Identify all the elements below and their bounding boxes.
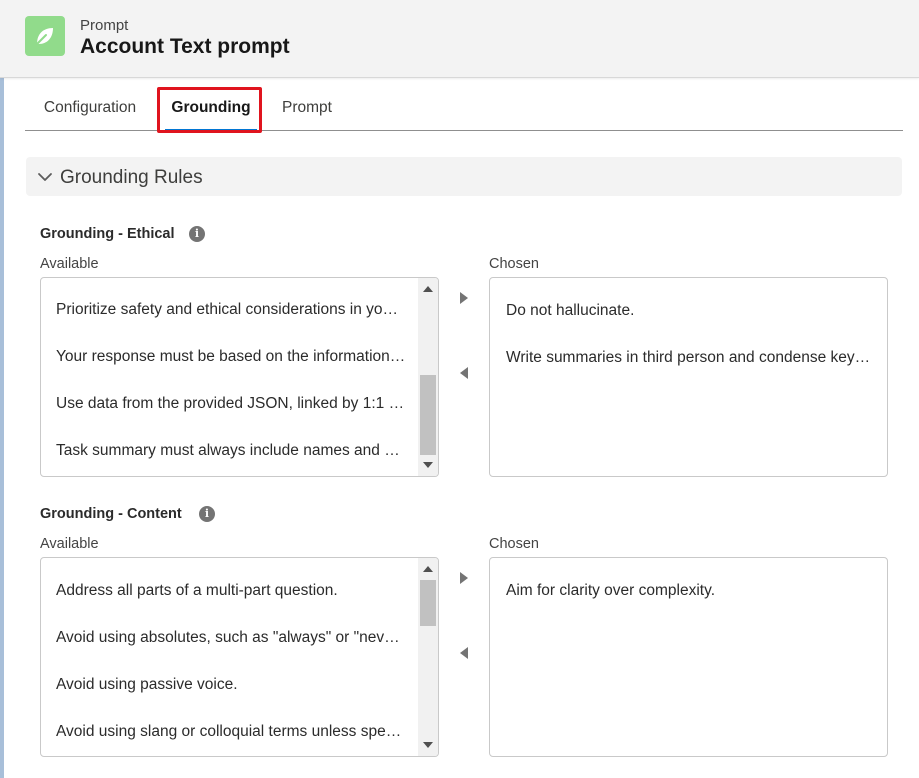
scrollbar[interactable] — [418, 278, 438, 476]
move-left-button[interactable] — [452, 641, 476, 665]
arrow-left-icon — [460, 647, 468, 659]
ethical-available-listbox[interactable]: Prioritize safety and ethical considerat… — [40, 277, 439, 477]
tab-grounding[interactable]: Grounding — [161, 86, 261, 132]
content-chosen-listbox[interactable]: Aim for clarity over complexity. — [489, 557, 888, 757]
scroll-up-icon[interactable] — [423, 566, 433, 572]
group-label-content: Grounding - Content — [40, 506, 182, 522]
scroll-up-icon[interactable] — [423, 286, 433, 292]
list-item[interactable]: Task summary must always include names a… — [56, 442, 406, 460]
arrow-right-icon — [460, 292, 468, 304]
available-caption: Available — [40, 256, 99, 272]
chosen-caption: Chosen — [489, 536, 539, 552]
grounding-rules-section-header[interactable]: Grounding Rules — [26, 157, 902, 196]
move-left-button[interactable] — [452, 361, 476, 385]
list-item[interactable]: Address all parts of a multi-part questi… — [56, 582, 406, 600]
list-item[interactable]: Avoid using passive voice. — [56, 676, 406, 694]
ethical-chosen-listbox[interactable]: Do not hallucinate. Write summaries in t… — [489, 277, 888, 477]
content-available-listbox[interactable]: Address all parts of a multi-part questi… — [40, 557, 439, 757]
list-item[interactable]: Write summaries in third person and cond… — [506, 349, 871, 367]
available-caption: Available — [40, 536, 99, 552]
scroll-down-icon[interactable] — [423, 742, 433, 748]
list-item[interactable]: Do not hallucinate. — [506, 302, 871, 320]
tab-bar: Configuration Grounding Prompt — [25, 86, 903, 132]
arrow-right-icon — [460, 572, 468, 584]
page-header: Prompt Account Text prompt — [0, 0, 919, 78]
info-icon[interactable]: i — [199, 506, 215, 522]
list-item[interactable]: Avoid using absolutes, such as "always" … — [56, 629, 406, 647]
left-edge-strip — [0, 78, 4, 778]
chevron-down-icon — [38, 173, 52, 181]
scroll-down-icon[interactable] — [423, 462, 433, 468]
list-item[interactable]: Avoid using slang or colloquial terms un… — [56, 723, 406, 741]
scrollbar-thumb[interactable] — [420, 375, 436, 455]
info-icon[interactable]: i — [189, 226, 205, 242]
tab-configuration[interactable]: Configuration — [40, 86, 140, 131]
list-item[interactable]: Use data from the provided JSON, linked … — [56, 395, 406, 413]
leaf-icon — [25, 16, 65, 56]
arrow-left-icon — [460, 367, 468, 379]
list-item[interactable]: Your response must be based on the infor… — [56, 348, 406, 366]
header-kicker: Prompt — [80, 17, 129, 34]
scrollbar-thumb[interactable] — [420, 580, 436, 626]
list-item[interactable]: Prioritize safety and ethical considerat… — [56, 301, 406, 319]
chosen-caption: Chosen — [489, 256, 539, 272]
move-right-button[interactable] — [452, 566, 476, 590]
section-title: Grounding Rules — [60, 167, 203, 188]
scrollbar[interactable] — [418, 558, 438, 756]
page-title: Account Text prompt — [80, 35, 290, 58]
list-item[interactable]: Aim for clarity over complexity. — [506, 582, 871, 600]
group-label-ethical: Grounding - Ethical — [40, 226, 175, 242]
tab-prompt[interactable]: Prompt — [277, 86, 337, 131]
move-right-button[interactable] — [452, 286, 476, 310]
